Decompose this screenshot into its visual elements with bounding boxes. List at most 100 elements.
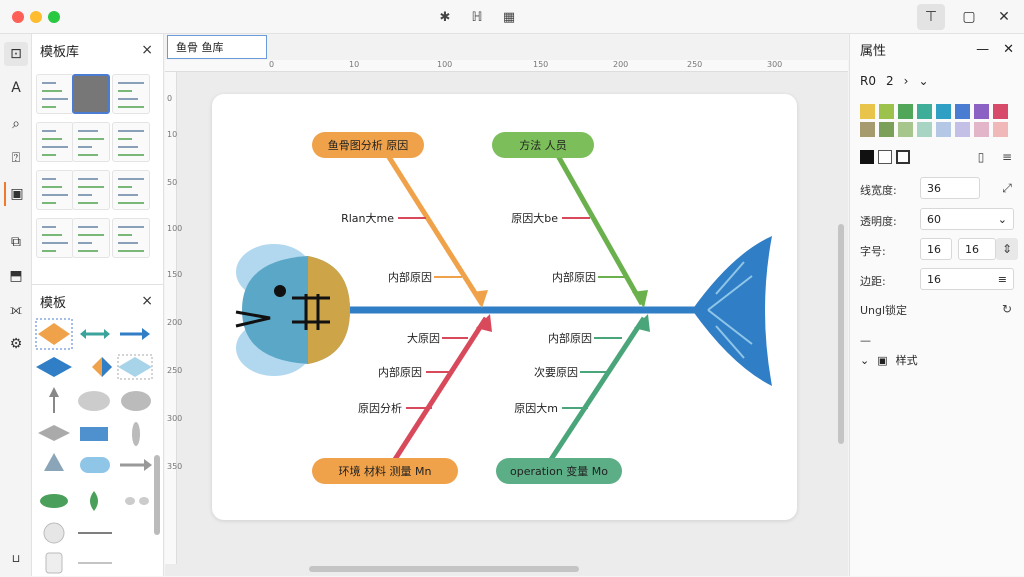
color-swatch[interactable] [917,122,932,137]
template-thumbnail[interactable] [72,122,110,162]
color-swatch[interactable] [879,122,894,137]
table-icon[interactable]: ▦ [500,8,518,26]
template-thumbnail[interactable] [112,74,150,114]
canvas-page[interactable]: 鱼骨图分析 原因 方法 人员 环境 材料 测量 Mn operation 变量 … [212,94,797,520]
bottom-left-label[interactable]: 环境 材料 测量 Mn [339,464,432,478]
menu-icon[interactable]: ≡ [996,146,1018,168]
align-icon: ≡ [997,272,1007,286]
color-swatch[interactable] [993,104,1008,119]
color-swatch[interactable] [860,104,875,119]
search-icon[interactable]: ⌕ [4,112,28,136]
branch-text[interactable]: Rlan大me [341,211,394,225]
dash-icon[interactable]: — [976,42,989,57]
fishbone-diagram[interactable]: 鱼骨图分析 原因 方法 人员 环境 材料 测量 Mn operation 变量 … [212,94,797,520]
color-swatch[interactable] [917,104,932,119]
font-size-input[interactable]: 16 [958,238,996,260]
properties-title: 属性 [860,43,887,59]
branch-text[interactable]: 大原因 [407,331,440,345]
color-swatch[interactable] [974,122,989,137]
template-thumbnail[interactable] [36,170,74,210]
color-swatch[interactable] [955,104,970,119]
close-button[interactable]: ✕ [990,4,1018,30]
canvas-horizontal-scrollbar[interactable] [179,564,839,574]
shape-grid[interactable] [32,317,164,577]
refresh-icon[interactable]: ↻ [996,298,1018,320]
template-thumbnail[interactable] [36,122,74,162]
shape-library-icon[interactable]: ⊡ [4,42,28,66]
spacing-input[interactable]: 16 ≡ [920,268,1014,290]
collapse-panel-icon[interactable]: ⊔ [4,546,28,570]
top-right-label[interactable]: 方法 人员 [519,138,567,152]
frame-button[interactable]: ▢ [955,4,983,30]
branch-text[interactable]: 内部原因 [552,270,596,284]
color-swatch[interactable] [898,104,913,119]
fill-black-swatch[interactable] [860,150,874,164]
integration-icon[interactable]: ⚙ [4,332,28,356]
canvas-vertical-scrollbar[interactable] [837,74,845,564]
plugin-icon[interactable]: ⧉ [4,230,28,254]
fill-white-swatch[interactable] [878,150,892,164]
leaf-shape [40,494,68,508]
connector-icon[interactable]: ⟗ [4,298,28,322]
template-icon[interactable]: ▣ [4,182,28,206]
document-tab[interactable]: 鱼骨 鱼库 [167,35,267,59]
copy-style-icon[interactable]: ▯ [970,146,992,168]
template-thumbnail[interactable] [112,218,150,258]
color-swatch[interactable] [936,122,951,137]
branch-text[interactable]: 内部原因 [548,331,592,345]
flat-diamond-shape [38,425,70,441]
chevron-right-icon[interactable]: › [904,74,909,88]
properties-close-icon[interactable]: ✕ [1003,42,1014,57]
ruler-tick: 10 [167,130,178,139]
close-window-button[interactable] [12,11,24,23]
text-tool-icon[interactable]: A [4,76,28,100]
minimize-window-button[interactable] [30,11,42,23]
color-swatch[interactable] [879,104,894,119]
up-arrow-shape [49,387,59,397]
expand-icon[interactable]: ⤢ [996,177,1018,199]
layers-icon[interactable]: ⬒ [4,264,28,288]
branch-text[interactable]: 原因大m [514,401,558,415]
text-style-button[interactable]: ⊤ [917,4,945,30]
branch-text[interactable]: 原因大be [511,211,558,225]
font-size-select[interactable]: 16 [920,238,952,260]
template-thumbnail[interactable] [36,218,74,258]
branch-text[interactable]: 内部原因 [378,365,422,379]
template-thumbnail[interactable] [72,74,110,114]
template-thumbnail[interactable] [36,74,74,114]
template-thumbnail[interactable] [72,170,110,210]
opacity-value: 60 [927,212,941,226]
stroke-width-label: 线宽度: [860,184,897,197]
comment-icon[interactable]: ⍰ [4,146,28,170]
template-thumbnail[interactable] [112,170,150,210]
color-swatch[interactable] [974,104,989,119]
template-thumbnail[interactable] [112,122,150,162]
branch-text[interactable]: 原因分析 [358,401,402,415]
color-swatch[interactable] [993,122,1008,137]
color-swatch[interactable] [898,122,913,137]
stepper-icon[interactable]: ⇕ [996,238,1018,260]
bottom-right-label[interactable]: operation 变量 Mo [510,464,608,478]
template-thumbnail[interactable] [72,218,110,258]
collapse-chevron-icon[interactable]: ⌄ [860,354,869,367]
stroke-swatch[interactable] [896,150,910,164]
text-format-icon[interactable]: ℍ [468,8,486,26]
dots-shape [139,497,149,505]
zoom-window-button[interactable] [48,11,60,23]
chevron-down-icon[interactable]: ⌄ [918,74,928,88]
color-swatch[interactable] [936,104,951,119]
color-swatch[interactable] [860,122,875,137]
color-swatch[interactable] [955,122,970,137]
library-close-icon[interactable]: × [141,42,153,58]
branch-text[interactable]: 次要原因 [534,365,578,379]
top-left-label[interactable]: 鱼骨图分析 原因 [328,138,409,152]
stroke-width-input[interactable]: 36 [920,177,980,199]
opacity-select[interactable]: 60 ⌄ [920,208,1014,230]
branch-text[interactable]: 内部原因 [388,270,432,284]
title-bar: ✱ ℍ ▦ ⊤ ▢ ✕ [0,0,1024,34]
ruler-tick: 50 [167,178,178,187]
row-value[interactable]: 2 [886,74,894,88]
shape-panel-close-icon[interactable]: × [141,293,153,309]
shape-panel-scrollbar[interactable] [154,455,160,535]
pointer-icon[interactable]: ✱ [436,8,454,26]
